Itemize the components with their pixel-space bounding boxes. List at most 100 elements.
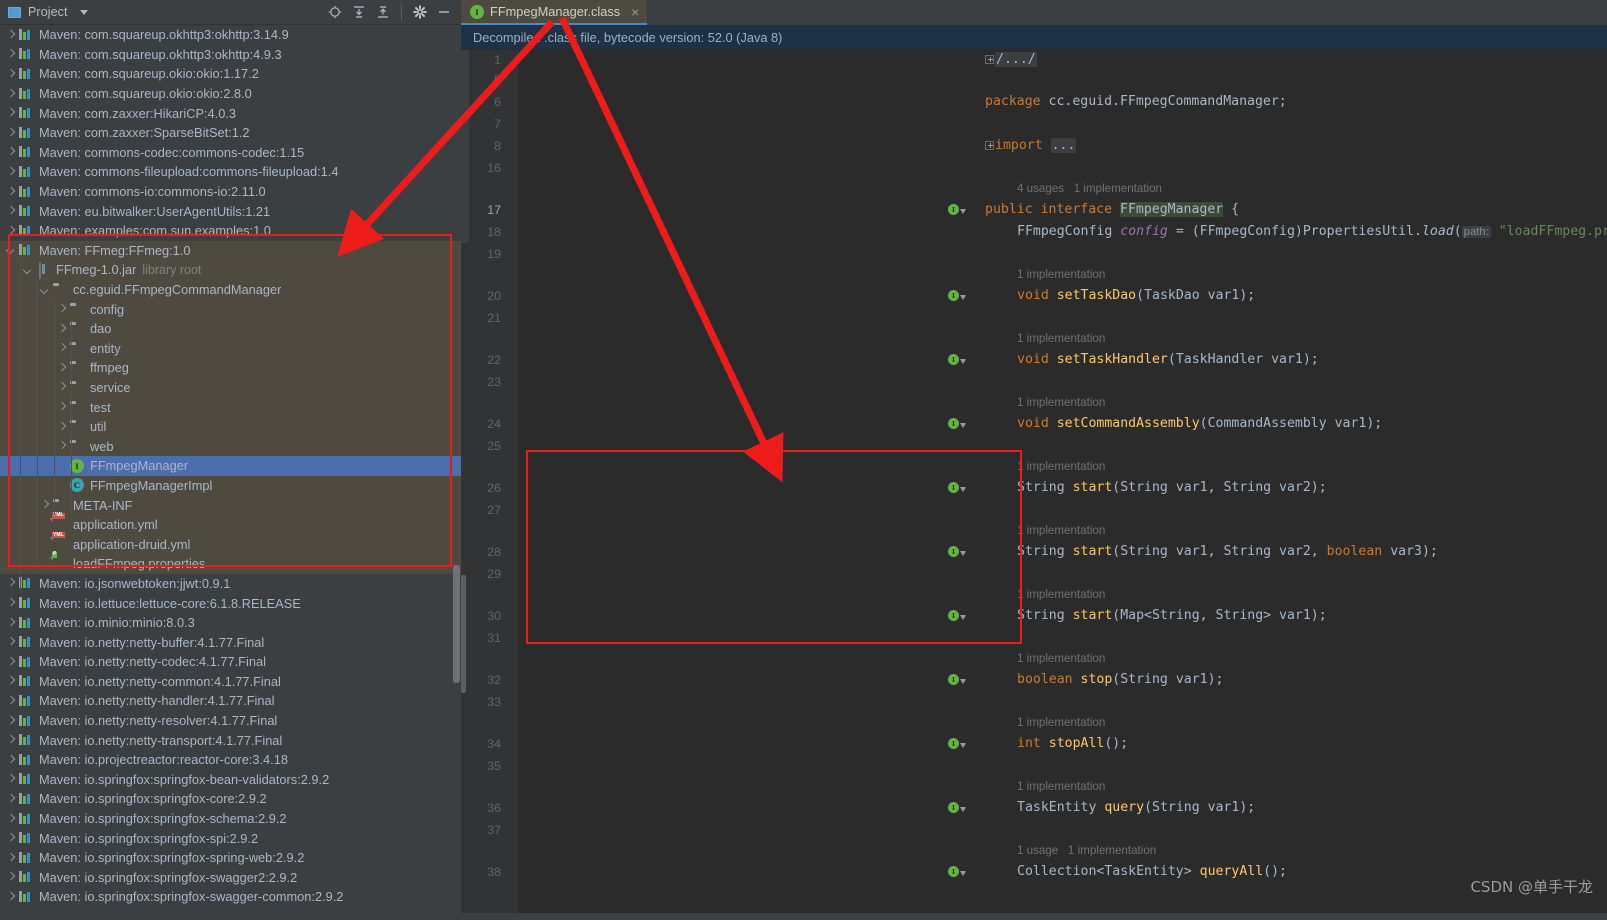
tree-item[interactable]: Maven: io.minio:minio:8.0.3 bbox=[0, 613, 461, 633]
implementation-gutter-icon[interactable]: I bbox=[948, 866, 966, 878]
tree-expander-right-icon[interactable] bbox=[6, 30, 15, 39]
implementation-gutter-icon[interactable]: I bbox=[948, 204, 966, 216]
tree-expander-right-icon[interactable] bbox=[6, 89, 15, 98]
minimize-icon[interactable] bbox=[433, 2, 455, 22]
inlay-hint[interactable]: 1 implementation bbox=[1017, 396, 1105, 409]
tree-expander-right-icon[interactable] bbox=[6, 148, 15, 157]
fold-expand-icon[interactable] bbox=[985, 140, 994, 150]
tree-item[interactable]: Maven: io.springfox:springfox-spring-web… bbox=[0, 848, 461, 868]
tree-item[interactable]: Maven: io.netty:netty-transport:4.1.77.F… bbox=[0, 730, 461, 750]
tree-expander-right-icon[interactable] bbox=[6, 207, 15, 216]
method-name[interactable]: start bbox=[1073, 480, 1113, 495]
tree-expander-right-icon[interactable] bbox=[6, 657, 15, 666]
tree-expander-right-icon[interactable] bbox=[6, 736, 15, 745]
folded-imports[interactable]: ... bbox=[1050, 138, 1077, 154]
tree-item[interactable]: Maven: io.projectreactor:reactor-core:3.… bbox=[0, 750, 461, 770]
method-name[interactable]: queryAll bbox=[1200, 864, 1264, 879]
tree-expander-right-icon[interactable] bbox=[6, 794, 15, 803]
inlay-hint[interactable]: 1 implementation bbox=[1017, 780, 1105, 793]
tree-item[interactable]: Maven: com.squareup.okhttp3:okhttp:3.14.… bbox=[0, 25, 461, 45]
tree-item[interactable]: Maven: io.springfox:springfox-swagger2:2… bbox=[0, 868, 461, 888]
folded-comment[interactable]: /.../ bbox=[995, 52, 1037, 68]
tree-item[interactable]: Maven: io.springfox:springfox-core:2.9.2 bbox=[0, 789, 461, 809]
tree-expander-right-icon[interactable] bbox=[6, 696, 15, 705]
implementation-gutter-icon[interactable]: I bbox=[948, 738, 966, 750]
tree-expander-right-icon[interactable] bbox=[6, 618, 15, 627]
tree-expander-right-icon[interactable] bbox=[6, 755, 15, 764]
editor-tab-ffmpegmanager[interactable]: I FFmpegManager.class × bbox=[461, 0, 648, 25]
tree-item[interactable]: Maven: io.lettuce:lettuce-core:6.1.8.REL… bbox=[0, 593, 461, 613]
chevron-down-icon[interactable] bbox=[79, 9, 88, 15]
tree-expander-right-icon[interactable] bbox=[6, 814, 15, 823]
tree-item[interactable]: Maven: commons-io:commons-io:2.11.0 bbox=[0, 182, 461, 202]
tree-item[interactable]: Maven: io.jsonwebtoken:jjwt:0.9.1 bbox=[0, 574, 461, 594]
tree-expander-right-icon[interactable] bbox=[6, 638, 15, 647]
maven-library-icon bbox=[19, 596, 34, 610]
implementation-gutter-icon[interactable]: I bbox=[948, 354, 966, 366]
method-name[interactable]: stop bbox=[1081, 672, 1113, 687]
project-panel-header: Project bbox=[0, 0, 461, 25]
inlay-hint[interactable]: 1 implementation bbox=[1017, 332, 1105, 345]
inlay-hint[interactable]: 1 implementation bbox=[1017, 588, 1105, 601]
tree-item[interactable]: Maven: com.squareup.okhttp3:okhttp:4.9.3 bbox=[0, 45, 461, 65]
method-name[interactable]: start bbox=[1073, 544, 1113, 559]
tree-expander-right-icon[interactable] bbox=[6, 892, 15, 901]
locate-icon[interactable] bbox=[324, 2, 346, 22]
tree-expander-right-icon[interactable] bbox=[6, 853, 15, 862]
settings-gear-icon[interactable] bbox=[409, 2, 431, 22]
method-name[interactable]: setCommandAssembly bbox=[1057, 416, 1200, 431]
implementation-gutter-icon[interactable]: I bbox=[948, 290, 966, 302]
inlay-hint[interactable]: 1 implementation bbox=[1017, 524, 1105, 537]
tree-item[interactable]: Maven: io.springfox:springfox-bean-valid… bbox=[0, 770, 461, 790]
expand-all-icon[interactable] bbox=[348, 2, 370, 22]
tree-item[interactable]: Maven: com.zaxxer:SparseBitSet:1.2 bbox=[0, 123, 461, 143]
tree-expander-right-icon[interactable] bbox=[6, 50, 15, 59]
inlay-hint[interactable]: 1 implementation bbox=[1017, 268, 1105, 281]
tree-expander-right-icon[interactable] bbox=[6, 873, 15, 882]
tree-item[interactable]: Maven: io.springfox:springfox-swagger-co… bbox=[0, 887, 461, 907]
tree-expander-right-icon[interactable] bbox=[6, 599, 15, 608]
tree-expander-right-icon[interactable] bbox=[6, 109, 15, 118]
tree-item[interactable]: Maven: io.netty:netty-resolver:4.1.77.Fi… bbox=[0, 711, 461, 731]
tree-expander-right-icon[interactable] bbox=[6, 716, 15, 725]
tree-expander-right-icon[interactable] bbox=[6, 579, 15, 588]
method-name[interactable]: setTaskDao bbox=[1057, 288, 1136, 303]
tree-item[interactable]: Maven: eu.bitwalker:UserAgentUtils:1.21 bbox=[0, 201, 461, 221]
inlay-hint[interactable]: 4 usages 1 implementation bbox=[1017, 182, 1162, 195]
fold-expand-icon[interactable] bbox=[985, 54, 994, 64]
method-name[interactable]: stopAll bbox=[1049, 736, 1105, 751]
inlay-hint[interactable]: 1 implementation bbox=[1017, 460, 1105, 473]
tree-item[interactable]: Maven: io.netty:netty-common:4.1.77.Fina… bbox=[0, 672, 461, 692]
tree-item[interactable]: Maven: com.squareup.okio:okio:1.17.2 bbox=[0, 64, 461, 84]
tree-expander-right-icon[interactable] bbox=[6, 69, 15, 78]
tree-item[interactable]: Maven: com.squareup.okio:okio:2.8.0 bbox=[0, 84, 461, 104]
tree-expander-right-icon[interactable] bbox=[6, 677, 15, 686]
implementation-gutter-icon[interactable]: I bbox=[948, 674, 966, 686]
method-name[interactable]: query bbox=[1104, 800, 1144, 815]
implementation-gutter-icon[interactable]: I bbox=[948, 418, 966, 430]
tree-item[interactable]: Maven: commons-codec:commons-codec:1.15 bbox=[0, 143, 461, 163]
tree-expander-right-icon[interactable] bbox=[6, 834, 15, 843]
sidebar-scrollbar-thumb[interactable] bbox=[453, 565, 460, 683]
tree-item[interactable]: Maven: io.netty:netty-codec:4.1.77.Final bbox=[0, 652, 461, 672]
method-name[interactable]: start bbox=[1073, 608, 1113, 623]
tree-item[interactable]: Maven: io.springfox:springfox-spi:2.9.2 bbox=[0, 828, 461, 848]
tree-item[interactable]: Maven: com.zaxxer:HikariCP:4.0.3 bbox=[0, 103, 461, 123]
editor-scrollbar-thumb[interactable] bbox=[461, 575, 466, 693]
tree-item[interactable]: Maven: io.netty:netty-buffer:4.1.77.Fina… bbox=[0, 632, 461, 652]
tree-expander-right-icon[interactable] bbox=[6, 167, 15, 176]
tree-expander-right-icon[interactable] bbox=[6, 187, 15, 196]
tree-expander-right-icon[interactable] bbox=[6, 128, 15, 137]
inlay-hint[interactable]: 1 implementation bbox=[1017, 716, 1105, 729]
tree-item[interactable]: Maven: commons-fileupload:commons-fileup… bbox=[0, 162, 461, 182]
method-name[interactable]: setTaskHandler bbox=[1057, 352, 1168, 367]
method-args: (String var1); bbox=[1112, 672, 1224, 688]
inlay-hint[interactable]: 1 implementation bbox=[1017, 652, 1105, 665]
tree-item[interactable]: Maven: io.netty:netty-handler:4.1.77.Fin… bbox=[0, 691, 461, 711]
implementation-gutter-icon[interactable]: I bbox=[948, 802, 966, 814]
inlay-hint[interactable]: 1 usage 1 implementation bbox=[1017, 844, 1156, 857]
tree-expander-right-icon[interactable] bbox=[6, 775, 15, 784]
close-icon[interactable]: × bbox=[631, 5, 639, 19]
tree-item[interactable]: Maven: io.springfox:springfox-schema:2.9… bbox=[0, 809, 461, 829]
collapse-all-icon[interactable] bbox=[372, 2, 394, 22]
